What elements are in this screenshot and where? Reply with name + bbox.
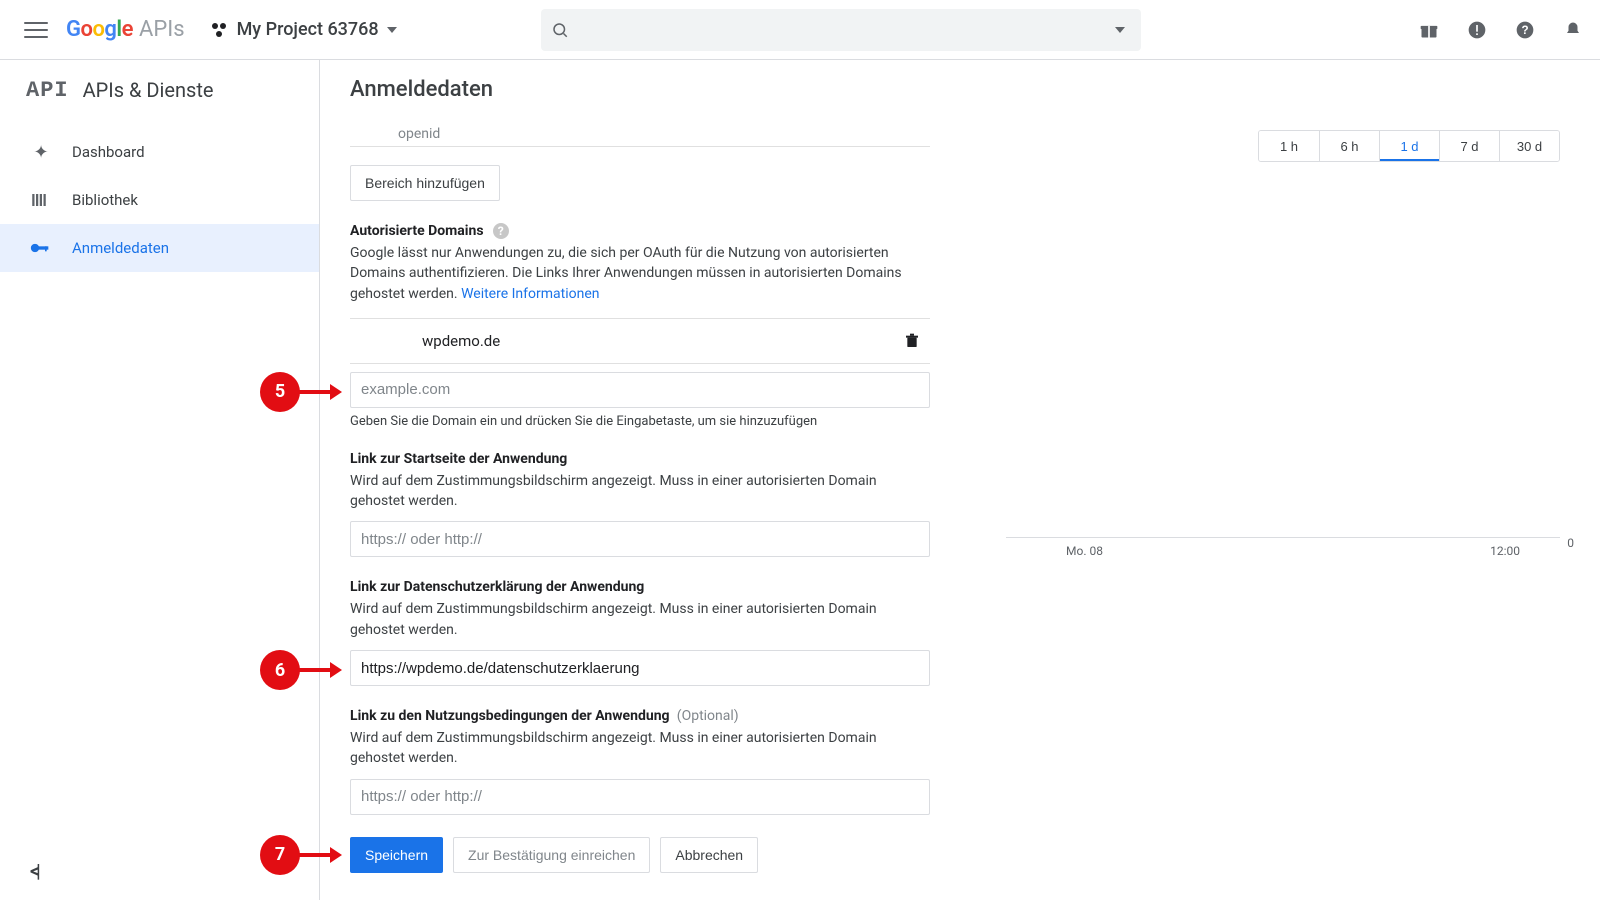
top-bar: Google APIs My Project 63768 ? [0,0,1600,60]
cancel-button[interactable]: Abbrechen [660,837,758,873]
homepage-input[interactable] [350,521,930,557]
y-tick-0: 0 [1567,536,1574,550]
sidebar-item-anmeldedaten[interactable]: Anmeldedaten [0,224,319,272]
domain-value: wpdemo.de [422,332,500,350]
section-title: APIs & Dienste [83,78,214,102]
search-icon [551,21,569,39]
sidebar: ✦ Dashboard Bibliothek Anmeldedaten [0,120,320,900]
x-tick: 12:00 [1490,544,1520,558]
time-range: 1 h 6 h 1 d 7 d 30 d [1258,130,1560,162]
key-icon [30,241,52,255]
sidebar-item-bibliothek[interactable]: Bibliothek [0,176,319,224]
auth-domains-desc: Google lässt nur Anwendungen zu, die sic… [350,243,930,304]
privacy-label: Link zur Datenschutzerklärung der Anwend… [350,579,644,595]
chart-area: 0 Mo. 08 12:00 [970,186,1560,566]
sidebar-item-dashboard[interactable]: ✦ Dashboard [0,128,319,176]
x-axis-line [1006,537,1560,538]
help-icon[interactable]: ? [1514,19,1536,41]
api-logo: API [26,78,69,103]
tos-optional: (Optional) [677,708,739,724]
search-chevron-down-icon [1115,27,1125,33]
privacy-input[interactable] [350,650,930,686]
annotation-badge-5: 5 [260,372,300,412]
tos-input[interactable] [350,779,930,815]
add-scope-button[interactable]: Bereich hinzufügen [350,165,500,201]
help-icon[interactable]: ? [493,223,509,239]
openid-text: openid [398,126,930,142]
svg-text:?: ? [1521,24,1528,37]
sidebar-item-label: Dashboard [72,143,145,161]
brand-product: APIs [139,17,185,42]
sub-header: API APIs & Dienste Anmeldedaten [0,60,1600,120]
search-box[interactable] [541,9,1141,51]
gift-icon[interactable] [1418,19,1440,41]
domain-input[interactable] [350,372,930,408]
homepage-desc: Wird auf dem Zustimmungsbildschirm angez… [350,471,930,512]
dashboard-icon: ✦ [30,142,52,163]
project-picker[interactable]: My Project 63768 [209,19,397,40]
auth-domains-label: Autorisierte Domains [350,223,484,239]
right-panel: 1 h 6 h 1 d 7 d 30 d 0 Mo. 08 12:00 [960,120,1600,900]
domain-row: wpdemo.de [350,318,930,364]
homepage-label: Link zur Startseite der Anwendung [350,451,567,467]
menu-icon[interactable] [24,18,48,42]
save-button[interactable]: Speichern [350,837,443,873]
project-name: My Project 63768 [237,19,379,40]
notifications-icon[interactable] [1562,19,1584,41]
range-7d[interactable]: 7 d [1439,131,1499,161]
alert-icon[interactable] [1466,19,1488,41]
delete-icon[interactable] [904,332,920,350]
annotation-badge-6: 6 [260,650,300,690]
sidebar-item-label: Anmeldedaten [72,239,169,257]
domain-input-hint: Geben Sie die Domain ein und drücken Sie… [350,414,930,429]
range-30d[interactable]: 30 d [1499,131,1559,161]
privacy-desc: Wird auf dem Zustimmungsbildschirm angez… [350,599,930,640]
collapse-sidebar-icon[interactable]: <| [30,861,38,882]
library-icon [30,191,52,209]
more-info-link[interactable]: Weitere Informationen [461,286,599,302]
project-icon [209,20,229,40]
divider [350,146,930,147]
range-6h[interactable]: 6 h [1319,131,1379,161]
top-right-icons: ? [1418,19,1584,41]
x-tick: Mo. 08 [1066,544,1103,558]
sidebar-item-label: Bibliothek [72,191,138,209]
submit-verification-button[interactable]: Zur Bestätigung einreichen [453,837,650,873]
brand-logo[interactable]: Google APIs [66,17,185,42]
annotation-badge-7: 7 [260,835,300,875]
tos-label: Link zu den Nutzungsbedingungen der Anwe… [350,708,670,724]
x-tick-labels: Mo. 08 12:00 [1006,544,1560,558]
page-title: Anmeldedaten [350,77,493,102]
range-1h[interactable]: 1 h [1259,131,1319,161]
range-1d[interactable]: 1 d [1379,131,1439,161]
form-panel: openid Bereich hinzufügen Autorisierte D… [320,120,960,900]
tos-desc: Wird auf dem Zustimmungsbildschirm angez… [350,728,930,769]
search-input[interactable] [577,20,1107,39]
chevron-down-icon [387,27,397,33]
